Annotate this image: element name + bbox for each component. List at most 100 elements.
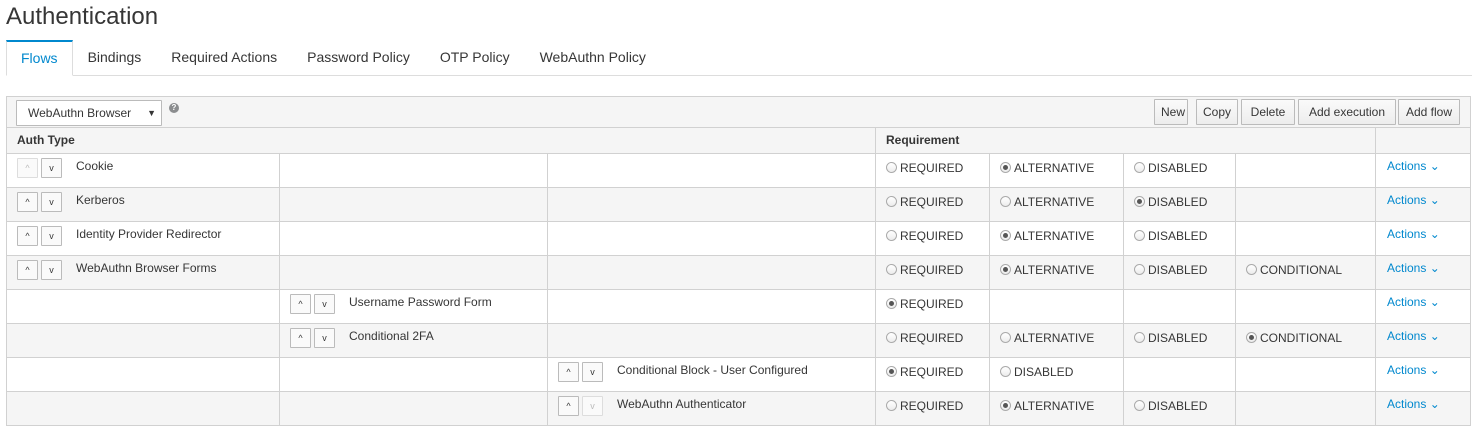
requirement-radio-required[interactable]: REQUIRED — [886, 229, 963, 243]
chevron-up-icon[interactable]: ^ — [17, 192, 38, 212]
chevron-up-icon[interactable]: ^ — [290, 294, 311, 314]
radio-dot[interactable] — [1134, 332, 1145, 343]
chevron-down-icon[interactable]: v — [41, 158, 62, 178]
chevron-down-icon[interactable]: v — [41, 192, 62, 212]
actions-label: Actions — [1387, 261, 1430, 275]
tab-flows[interactable]: Flows — [6, 40, 73, 76]
radio-label: DISABLED — [1148, 331, 1208, 345]
chevron-up-icon[interactable]: ^ — [558, 396, 579, 416]
delete-button[interactable]: Delete — [1241, 99, 1295, 125]
requirement-radio-disabled[interactable]: DISABLED — [1000, 365, 1073, 379]
requirement-radio-disabled[interactable]: DISABLED — [1134, 399, 1207, 413]
requirement-header: Requirement — [886, 133, 960, 147]
requirement-radio-required[interactable]: REQUIRED — [886, 263, 963, 277]
requirement-radio-alternative[interactable]: ALTERNATIVE — [1000, 331, 1094, 345]
radio-dot[interactable] — [1000, 366, 1011, 377]
tab-bar: Flows Bindings Required Actions Password… — [6, 40, 1472, 76]
radio-label: REQUIRED — [900, 399, 964, 413]
requirement-radio-disabled[interactable]: DISABLED — [1134, 195, 1207, 209]
radio-dot[interactable] — [1134, 400, 1145, 411]
radio-dot[interactable] — [1246, 332, 1257, 343]
actions-dropdown[interactable]: Actions ⌄ — [1387, 329, 1440, 343]
radio-dot[interactable] — [886, 196, 897, 207]
radio-dot[interactable] — [886, 162, 897, 173]
requirement-radio-alternative[interactable]: ALTERNATIVE — [1000, 229, 1094, 243]
requirement-radio-required[interactable]: REQUIRED — [886, 331, 963, 345]
radio-dot[interactable] — [1000, 332, 1011, 343]
radio-dot[interactable] — [886, 400, 897, 411]
table-row: ^ v Conditional Block - User Configured REQ… — [7, 358, 1470, 392]
actions-dropdown[interactable]: Actions ⌄ — [1387, 295, 1440, 309]
auth-type-label: Identity Provider Redirector — [76, 227, 222, 241]
auth-type-label: Username Password Form — [349, 295, 492, 309]
radio-label: ALTERNATIVE — [1014, 331, 1095, 345]
requirement-radio-disabled[interactable]: DISABLED — [1134, 263, 1207, 277]
requirement-radio-required[interactable]: REQUIRED — [886, 297, 963, 311]
requirement-radio-alternative[interactable]: ALTERNATIVE — [1000, 263, 1094, 277]
requirement-radio-disabled[interactable]: DISABLED — [1134, 161, 1207, 175]
requirement-radio-disabled[interactable]: DISABLED — [1134, 331, 1207, 345]
chevron-up-icon[interactable]: ^ — [17, 226, 38, 246]
new-button[interactable]: New — [1154, 99, 1188, 125]
requirement-radio-required[interactable]: REQUIRED — [886, 195, 963, 209]
radio-dot[interactable] — [1134, 162, 1145, 173]
add-flow-button[interactable]: Add flow — [1398, 99, 1460, 125]
requirement-radio-required[interactable]: REQUIRED — [886, 365, 963, 379]
auth-type-header: Auth Type — [17, 133, 75, 147]
requirement-radio-alternative[interactable]: ALTERNATIVE — [1000, 161, 1094, 175]
requirement-radio-conditional[interactable]: CONDITIONAL — [1246, 331, 1342, 345]
actions-label: Actions — [1387, 329, 1430, 343]
chevron-up-icon[interactable]: ^ — [558, 362, 579, 382]
chevron-down-icon: v — [582, 396, 603, 416]
help-icon[interactable]: ? — [169, 103, 179, 113]
radio-dot[interactable] — [886, 332, 897, 343]
auth-type-label: Kerberos — [76, 193, 125, 207]
chevron-down-icon[interactable]: v — [41, 260, 62, 280]
actions-dropdown[interactable]: Actions ⌄ — [1387, 363, 1440, 377]
radio-dot[interactable] — [1134, 196, 1145, 207]
radio-dot[interactable] — [886, 230, 897, 241]
actions-dropdown[interactable]: Actions ⌄ — [1387, 227, 1440, 241]
chevron-down-icon[interactable]: v — [314, 328, 335, 348]
requirement-radio-alternative[interactable]: ALTERNATIVE — [1000, 195, 1094, 209]
requirement-radio-disabled[interactable]: DISABLED — [1134, 229, 1207, 243]
radio-dot[interactable] — [886, 298, 897, 309]
chevron-down-icon: ⌄ — [1429, 159, 1440, 173]
radio-dot[interactable] — [1000, 196, 1011, 207]
tab-otp-policy[interactable]: OTP Policy — [425, 40, 525, 76]
radio-dot[interactable] — [1000, 162, 1011, 173]
radio-dot[interactable] — [1000, 400, 1011, 411]
actions-dropdown[interactable]: Actions ⌄ — [1387, 397, 1440, 411]
radio-dot[interactable] — [1134, 264, 1145, 275]
auth-type-label: WebAuthn Authenticator — [617, 397, 747, 411]
actions-label: Actions — [1387, 363, 1430, 377]
chevron-down-icon[interactable]: v — [582, 362, 603, 382]
actions-dropdown[interactable]: Actions ⌄ — [1387, 159, 1440, 173]
chevron-up-icon[interactable]: ^ — [17, 260, 38, 280]
tab-password-policy[interactable]: Password Policy — [292, 40, 425, 76]
page-title: Authentication — [6, 3, 159, 30]
table-row: ^ v Identity Provider Redirector REQUIRED AL… — [7, 222, 1470, 256]
radio-dot[interactable] — [1000, 230, 1011, 241]
requirement-radio-conditional[interactable]: CONDITIONAL — [1246, 263, 1342, 277]
flow-select[interactable]: WebAuthn Browser ▼ — [16, 100, 162, 126]
caret-down-icon: ▼ — [147, 108, 156, 118]
tab-required-actions[interactable]: Required Actions — [156, 40, 292, 76]
radio-dot[interactable] — [886, 264, 897, 275]
actions-dropdown[interactable]: Actions ⌄ — [1387, 193, 1440, 207]
tab-webauthn-policy[interactable]: WebAuthn Policy — [525, 40, 661, 76]
chevron-down-icon[interactable]: v — [314, 294, 335, 314]
add-execution-button[interactable]: Add execution — [1298, 99, 1396, 125]
copy-button[interactable]: Copy — [1196, 99, 1238, 125]
actions-dropdown[interactable]: Actions ⌄ — [1387, 261, 1440, 275]
tab-bindings[interactable]: Bindings — [73, 40, 157, 76]
requirement-radio-required[interactable]: REQUIRED — [886, 161, 963, 175]
chevron-down-icon[interactable]: v — [41, 226, 62, 246]
radio-dot[interactable] — [886, 366, 897, 377]
requirement-radio-required[interactable]: REQUIRED — [886, 399, 963, 413]
requirement-radio-alternative[interactable]: ALTERNATIVE — [1000, 399, 1094, 413]
chevron-up-icon[interactable]: ^ — [290, 328, 311, 348]
radio-dot[interactable] — [1000, 264, 1011, 275]
radio-dot[interactable] — [1246, 264, 1257, 275]
radio-dot[interactable] — [1134, 230, 1145, 241]
